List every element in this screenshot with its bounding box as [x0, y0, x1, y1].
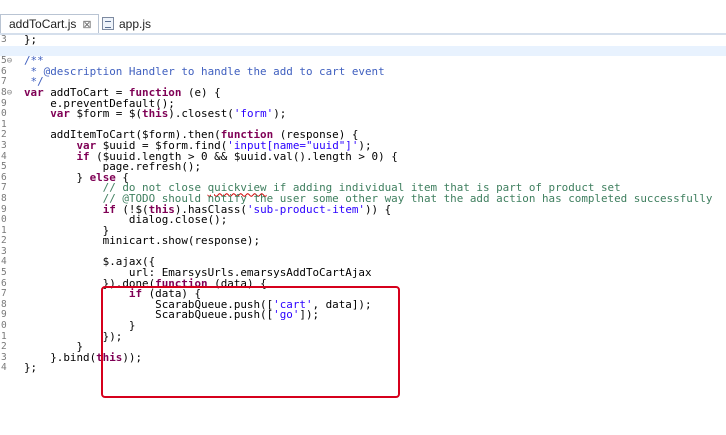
- code-text: };: [24, 33, 38, 46]
- tab-app-js-label: app.js: [119, 16, 152, 31]
- code-text: minicart.show(response);: [24, 234, 261, 248]
- code-token: , data]);: [312, 297, 372, 311]
- code-token: ).closest(: [168, 107, 234, 121]
- code-token: };: [24, 33, 38, 46]
- code-token: this: [142, 107, 169, 121]
- close-tab-icon[interactable]: ⊠: [82, 18, 91, 31]
- fold-toggle-icon[interactable]: ⊖: [7, 56, 12, 66]
- line-number: 8⊖: [1, 86, 13, 98]
- line-number: 3: [1, 139, 7, 151]
- code-line[interactable]: 6 * @description Handler to handle the a…: [0, 64, 726, 78]
- code-token: this: [96, 350, 123, 364]
- code-line[interactable]: 1 });: [0, 331, 726, 343]
- code-token: var: [50, 107, 70, 121]
- code-line[interactable]: 3};: [0, 33, 726, 46]
- code-editor[interactable]: 3}; 5⊖/** 6 * @description Handler to hand…: [0, 33, 726, 435]
- line-number: 4: [1, 362, 7, 374]
- code-token: 'form': [233, 107, 274, 121]
- code-line[interactable]: 2 minicart.show(response);: [0, 234, 726, 248]
- js-file-icon: [102, 17, 114, 30]
- code-token: );: [273, 107, 287, 121]
- code-token: (e) {: [181, 85, 221, 99]
- code-token: )) {: [365, 202, 392, 216]
- code-token: 'sub-product-item': [246, 202, 365, 216]
- code-token: * @description Handler to handle the add…: [24, 64, 385, 78]
- code-line[interactable]: 3 }.bind(this));: [0, 350, 726, 364]
- code-token: $form = $(: [69, 107, 143, 121]
- tab-addtocart[interactable]: addToCart.js ⊠: [0, 14, 99, 33]
- tab-app-js[interactable]: app.js: [96, 14, 157, 33]
- code-text: };: [24, 361, 38, 375]
- code-line[interactable]: 4};: [0, 361, 726, 375]
- line-number: 8: [1, 192, 7, 204]
- editor-tab-bar: addToCart.js ⊠ app.js: [0, 0, 726, 33]
- code-text: var $form = $(this).closest('form');: [24, 107, 287, 121]
- code-token: ]);: [299, 308, 320, 322]
- code-text: }.bind(this));: [24, 350, 143, 364]
- code-line[interactable]: [0, 45, 726, 57]
- code-token: 'go': [273, 308, 300, 322]
- code-token: ));: [122, 350, 143, 364]
- code-text: * @description Handler to handle the add…: [24, 64, 385, 78]
- code-line[interactable]: 0 var $form = $(this).closest('form');: [0, 107, 726, 121]
- tab-addtocart-label: addToCart.js: [9, 17, 77, 31]
- line-number: 3: [1, 34, 7, 45]
- code-token: minicart.show(response);: [24, 234, 261, 248]
- code-token: (data) {: [207, 276, 267, 290]
- fold-toggle-icon[interactable]: ⊖: [7, 88, 12, 98]
- code-token: };: [24, 361, 38, 375]
